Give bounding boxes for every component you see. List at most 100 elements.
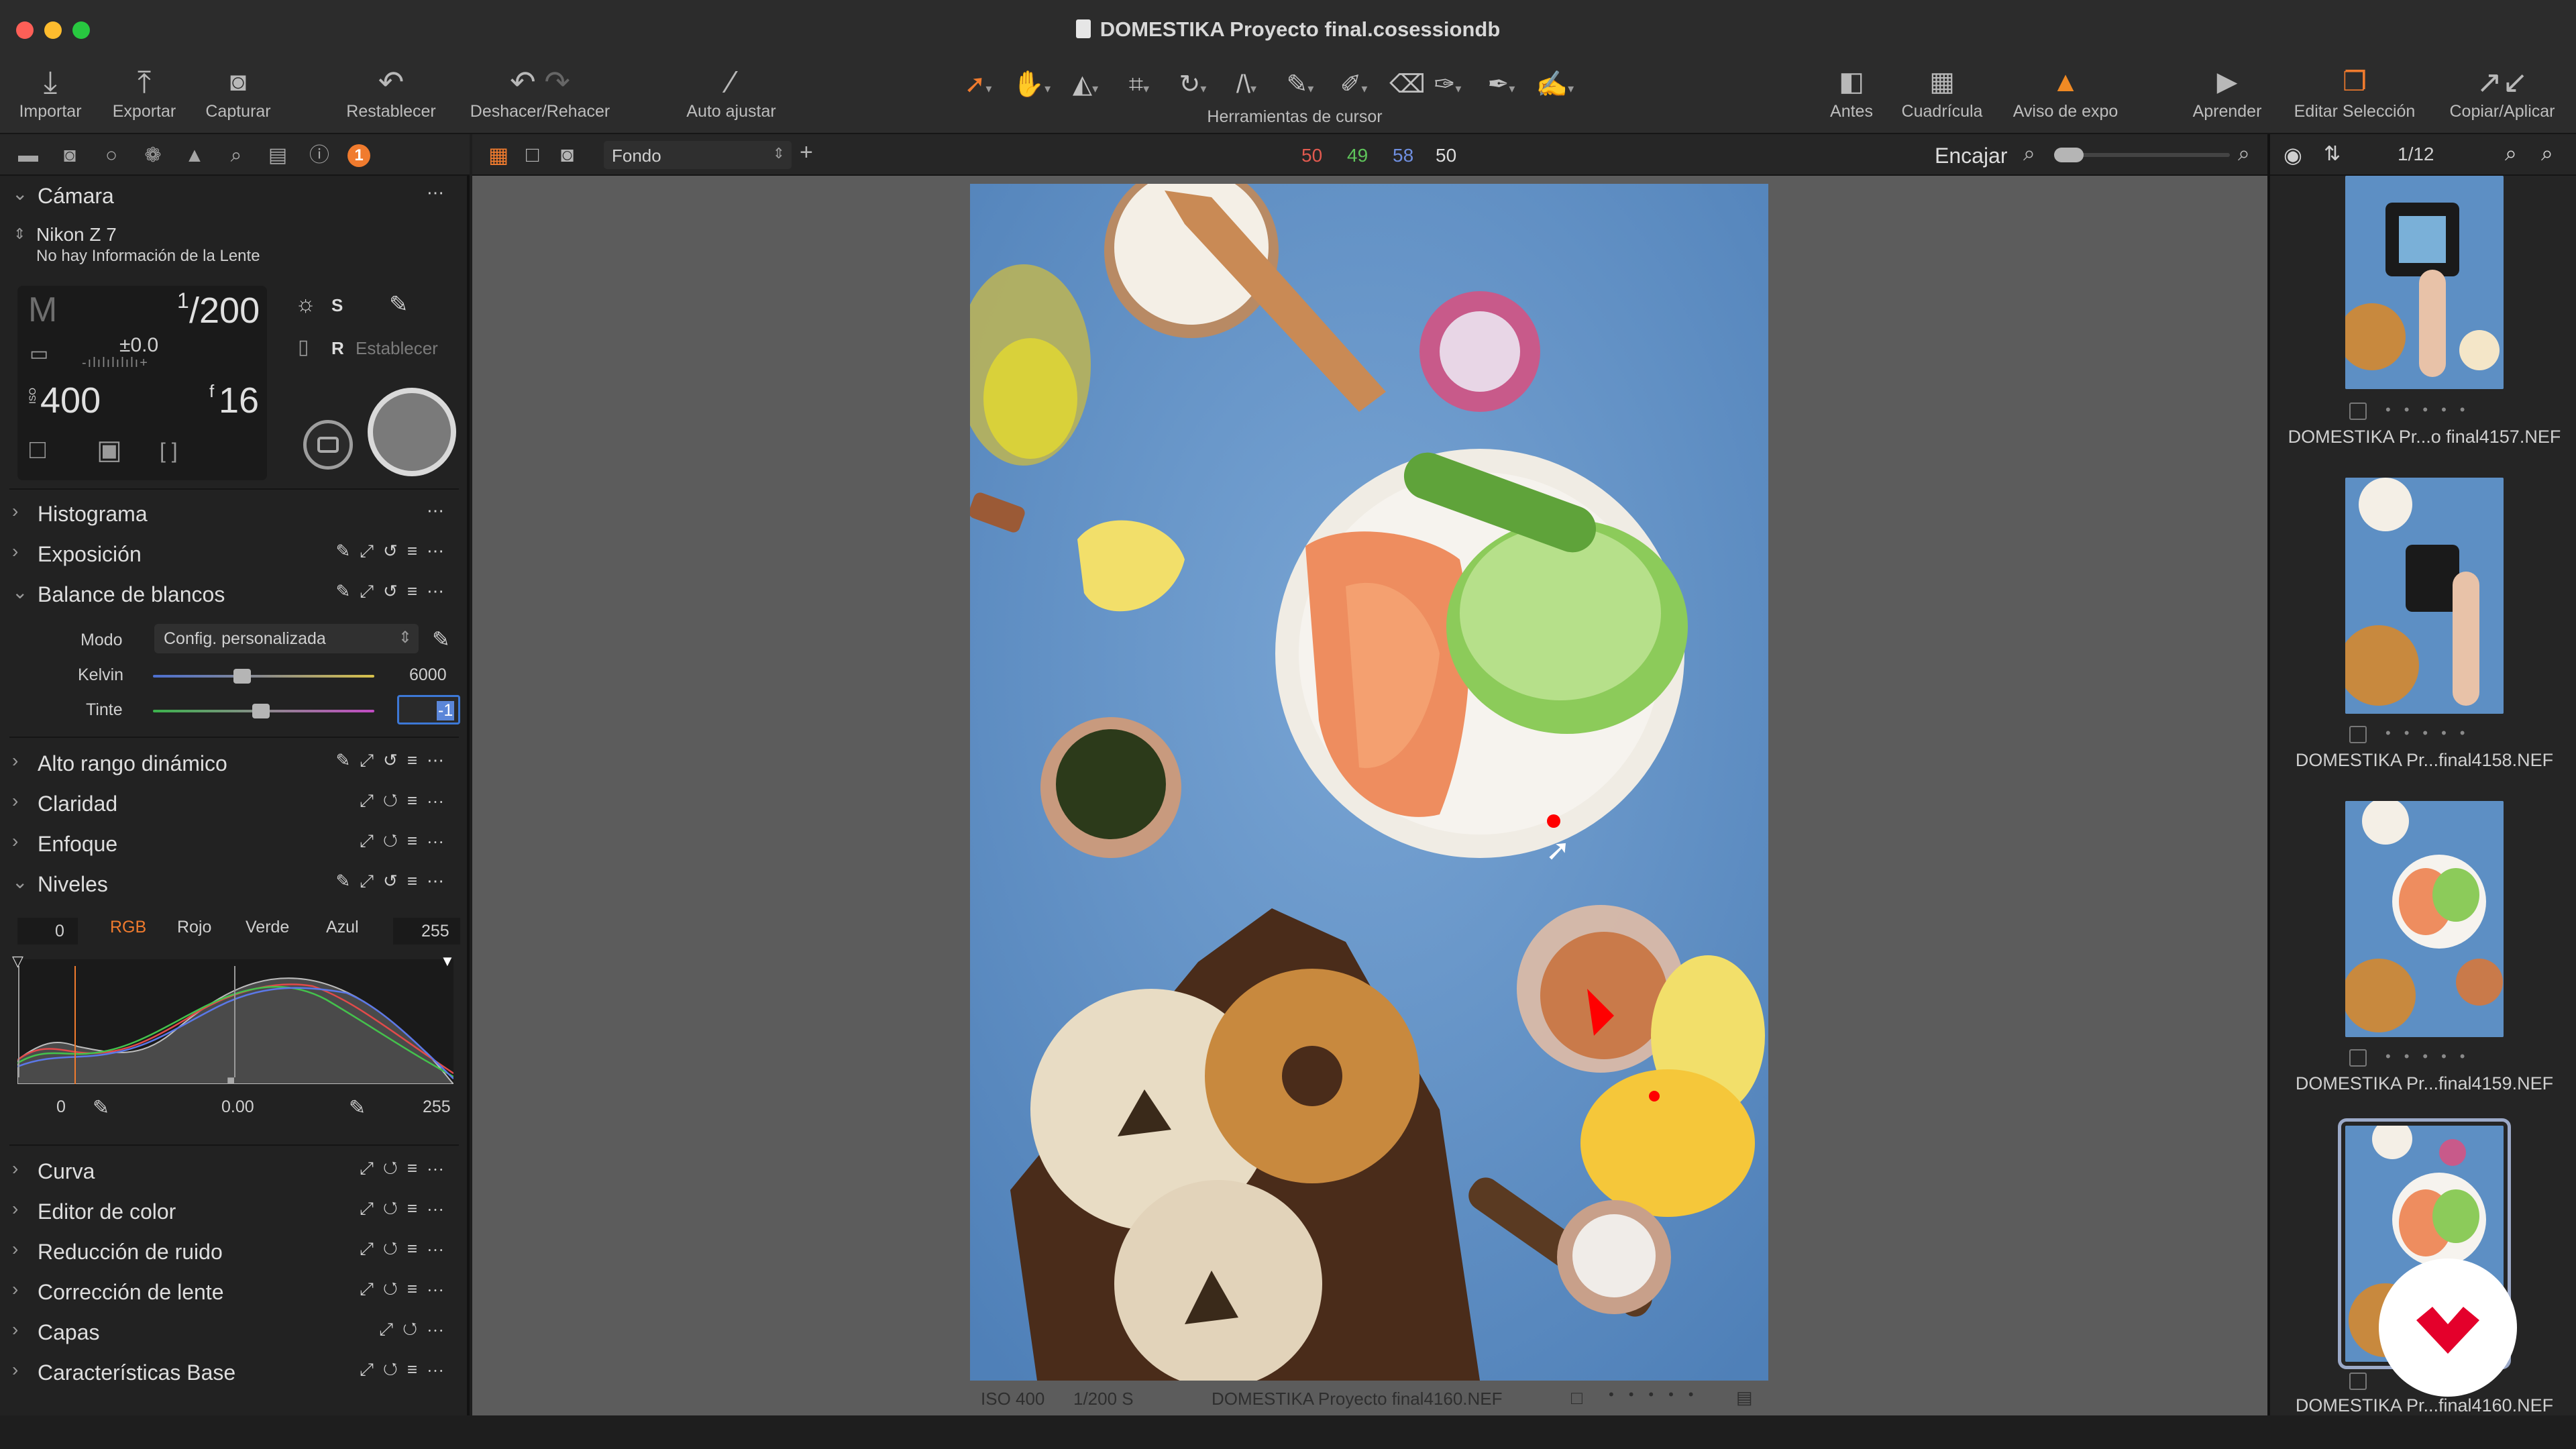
levels-high-handle[interactable]: ▼ [440, 953, 455, 970]
crosshair-icon[interactable]: + [800, 140, 813, 166]
before-button[interactable]: ◧ Antes [1818, 62, 1885, 131]
undo-redo-button[interactable]: ↶ ↷ Deshacer/Rehacer [463, 62, 617, 131]
tint-slider-handle[interactable] [252, 704, 270, 718]
kelvin-slider-track[interactable] [153, 675, 374, 678]
zoom-in-icon[interactable]: ⌕ [2238, 141, 2250, 166]
levels-output-high[interactable]: 255 [423, 1097, 451, 1117]
thumbnail-4158-checkbox[interactable] [2349, 726, 2367, 743]
section-actions-icons[interactable]: ⤢↺≡⋯ [360, 1279, 453, 1300]
levels-midpoint[interactable]: 0.00 [221, 1097, 254, 1117]
thumbnail-4160-checkbox[interactable] [2349, 1373, 2367, 1390]
loupe-tool[interactable]: ◭▾ [1063, 66, 1108, 103]
section-lens-correction-header[interactable]: › Corrección de lente ⤢↺≡⋯ [0, 1272, 467, 1311]
section-exposure-header[interactable]: › Exposición ✎⤢↺≡⋯ [0, 534, 467, 573]
eraser-tool[interactable]: ⌫ [1385, 66, 1430, 103]
exposure-warning-button[interactable]: ▲ Aviso de expo [2006, 62, 2125, 131]
set-button[interactable]: Establecer [356, 338, 438, 359]
single-view-icon[interactable]: □ [526, 142, 539, 167]
annotation-tool[interactable]: ✍▾ [1533, 66, 1577, 103]
section-hdr-header[interactable]: › Alto rango dinámico ✎⤢↺≡⋯ [0, 743, 467, 782]
reset-button[interactable]: ↶ Restablecer [341, 62, 441, 131]
thumbnail-4157-checkbox[interactable] [2349, 402, 2367, 420]
section-levels-header[interactable]: ⌄ Niveles ✎⤢↺≡⋯ [0, 864, 467, 903]
levels-channel-green[interactable]: Verde [246, 918, 289, 937]
filter-icon[interactable]: ⌕ [2541, 141, 2553, 166]
thumbnail-4159-rating[interactable]: ••••• [2385, 1048, 2479, 1065]
kelvin-value[interactable]: 6000 [409, 665, 447, 685]
eye-icon[interactable]: ◉ [2284, 142, 2302, 168]
camera-select-icon[interactable]: ⇕ [13, 225, 25, 243]
levels-input-high-field[interactable]: 255 [393, 918, 460, 945]
black-point-picker-icon[interactable]: ✎ [93, 1096, 109, 1120]
shutter-release-button[interactable] [368, 388, 456, 476]
copy-apply-button[interactable]: ↗↙ Copiar/Aplicar [2435, 62, 2569, 131]
levels-channel-blue[interactable]: Azul [326, 918, 359, 937]
section-actions-icons[interactable]: ⤢↺≡⋯ [360, 1158, 453, 1179]
levels-histogram[interactable] [17, 959, 453, 1084]
zoom-fit-label[interactable]: Encajar [1935, 144, 2008, 168]
grid-button[interactable]: ▦ Cuadrícula [1892, 62, 1992, 131]
levels-output-low[interactable]: 0 [56, 1097, 66, 1117]
main-photo[interactable] [970, 184, 1768, 1381]
section-sharpening-header[interactable]: › Enfoque ⤢↺≡⋯ [0, 824, 467, 863]
warning-tab-badge[interactable]: 1 [347, 144, 370, 167]
wb-eyedropper-icon[interactable]: ✎ [432, 627, 450, 652]
library-tab-folder-icon[interactable]: ▬ [15, 142, 42, 169]
crop-tool[interactable]: ⌗▾ [1117, 66, 1161, 103]
af-area-icon[interactable]: [ ] [160, 439, 178, 464]
eyedropper-icon[interactable]: ✎ [389, 291, 409, 318]
section-actions-icons[interactable]: ⤢↺⋯ [379, 1319, 453, 1340]
levels-input-low-field[interactable]: 0 [17, 918, 78, 945]
section-actions-icons[interactable]: ⤢↺≡⋯ [360, 1359, 453, 1381]
section-layers-header[interactable]: › Capas ⤢↺⋯ [0, 1312, 467, 1351]
status-rating-dots[interactable]: ••••• [1609, 1386, 1709, 1403]
section-actions-icons[interactable]: ✎⤢↺≡⋯ [335, 581, 453, 602]
section-actions-icons[interactable]: ✎⤢↺≡⋯ [335, 750, 453, 771]
section-histogram-header[interactable]: › Histograma ⋯ [0, 494, 467, 533]
multi-view-icon[interactable]: ▦ [488, 142, 508, 168]
levels-low-handle[interactable]: ▽ [12, 953, 23, 970]
picker-tool[interactable]: ✑▾ [1426, 66, 1470, 103]
thumbnail-4157-rating[interactable]: ••••• [2385, 401, 2479, 419]
section-white-balance-header[interactable]: ⌄ Balance de blancos ✎⤢↺≡⋯ [0, 574, 467, 613]
section-base-characteristics-header[interactable]: › Características Base ⤢↺≡⋯ [0, 1352, 467, 1391]
kelvin-slider-handle[interactable] [233, 669, 251, 684]
keystone-tool[interactable]: /\▾ [1224, 66, 1269, 103]
brush-tool[interactable]: ✐▾ [1332, 66, 1376, 103]
zoom-slider-handle[interactable] [2054, 148, 2084, 162]
image-viewer[interactable]: ➚ ISO 400 1/200 S DOMESTIKA Proyecto fin… [472, 176, 2267, 1415]
metering-icon[interactable]: ▣ [97, 435, 122, 466]
more-options-icon[interactable]: ⋯ [427, 500, 453, 521]
section-camera-header[interactable]: ⌄ Cámara ⋯ [0, 176, 467, 215]
auto-adjust-button[interactable]: ⁄ Auto ajustar [678, 62, 785, 131]
status-info-icon[interactable]: ▤ [1736, 1387, 1753, 1408]
more-options-icon[interactable]: ⋯ [427, 182, 453, 203]
section-actions-icons[interactable]: ✎⤢↺≡⋯ [335, 541, 453, 562]
levels-mid-handle[interactable]: ■ [227, 1073, 235, 1089]
thumbnail-4158[interactable] [2345, 478, 2504, 714]
proof-view-icon[interactable]: ◙ [561, 142, 574, 167]
section-actions-icons[interactable]: ⤢↺≡⋯ [360, 790, 453, 812]
record-video-button[interactable] [303, 420, 353, 470]
section-noise-reduction-header[interactable]: › Reducción de ruido ⤢↺≡⋯ [0, 1232, 467, 1271]
section-actions-icons[interactable]: ⤢↺≡⋯ [360, 830, 453, 852]
details-tab-magnifier-icon[interactable]: ⌕ [223, 142, 250, 169]
wb-mode-select[interactable]: Config. personalizada ⇕ [154, 624, 419, 653]
section-actions-icons[interactable]: ⤢↺≡⋯ [360, 1198, 453, 1220]
tint-value-field[interactable]: -1 [397, 695, 460, 724]
thumbnail-4157[interactable] [2345, 176, 2504, 389]
zoom-out-icon[interactable]: ⌕ [2023, 141, 2035, 166]
levels-channel-rgb[interactable]: RGB [110, 918, 146, 937]
lens-tab-circle-icon[interactable]: ○ [98, 142, 125, 169]
select-cursor-tool[interactable]: ➚▾ [956, 66, 1000, 103]
import-button[interactable]: ⤓ Importar [12, 62, 89, 131]
exposure-tab-icon[interactable]: ▲ [181, 142, 208, 169]
capture-tab-camera-icon[interactable]: ◙ [56, 142, 83, 169]
thumbnail-4159[interactable] [2345, 801, 2504, 1037]
thumbnail-4159-checkbox[interactable] [2349, 1049, 2367, 1067]
gradient-tool[interactable]: ✒▾ [1479, 66, 1523, 103]
learn-button[interactable]: ▶ Aprender [2180, 62, 2274, 131]
section-clarity-header[interactable]: › Claridad ⤢↺≡⋯ [0, 784, 467, 822]
search-icon[interactable]: ⌕ [2505, 141, 2517, 166]
section-actions-icons[interactable]: ✎⤢↺≡⋯ [335, 871, 453, 892]
